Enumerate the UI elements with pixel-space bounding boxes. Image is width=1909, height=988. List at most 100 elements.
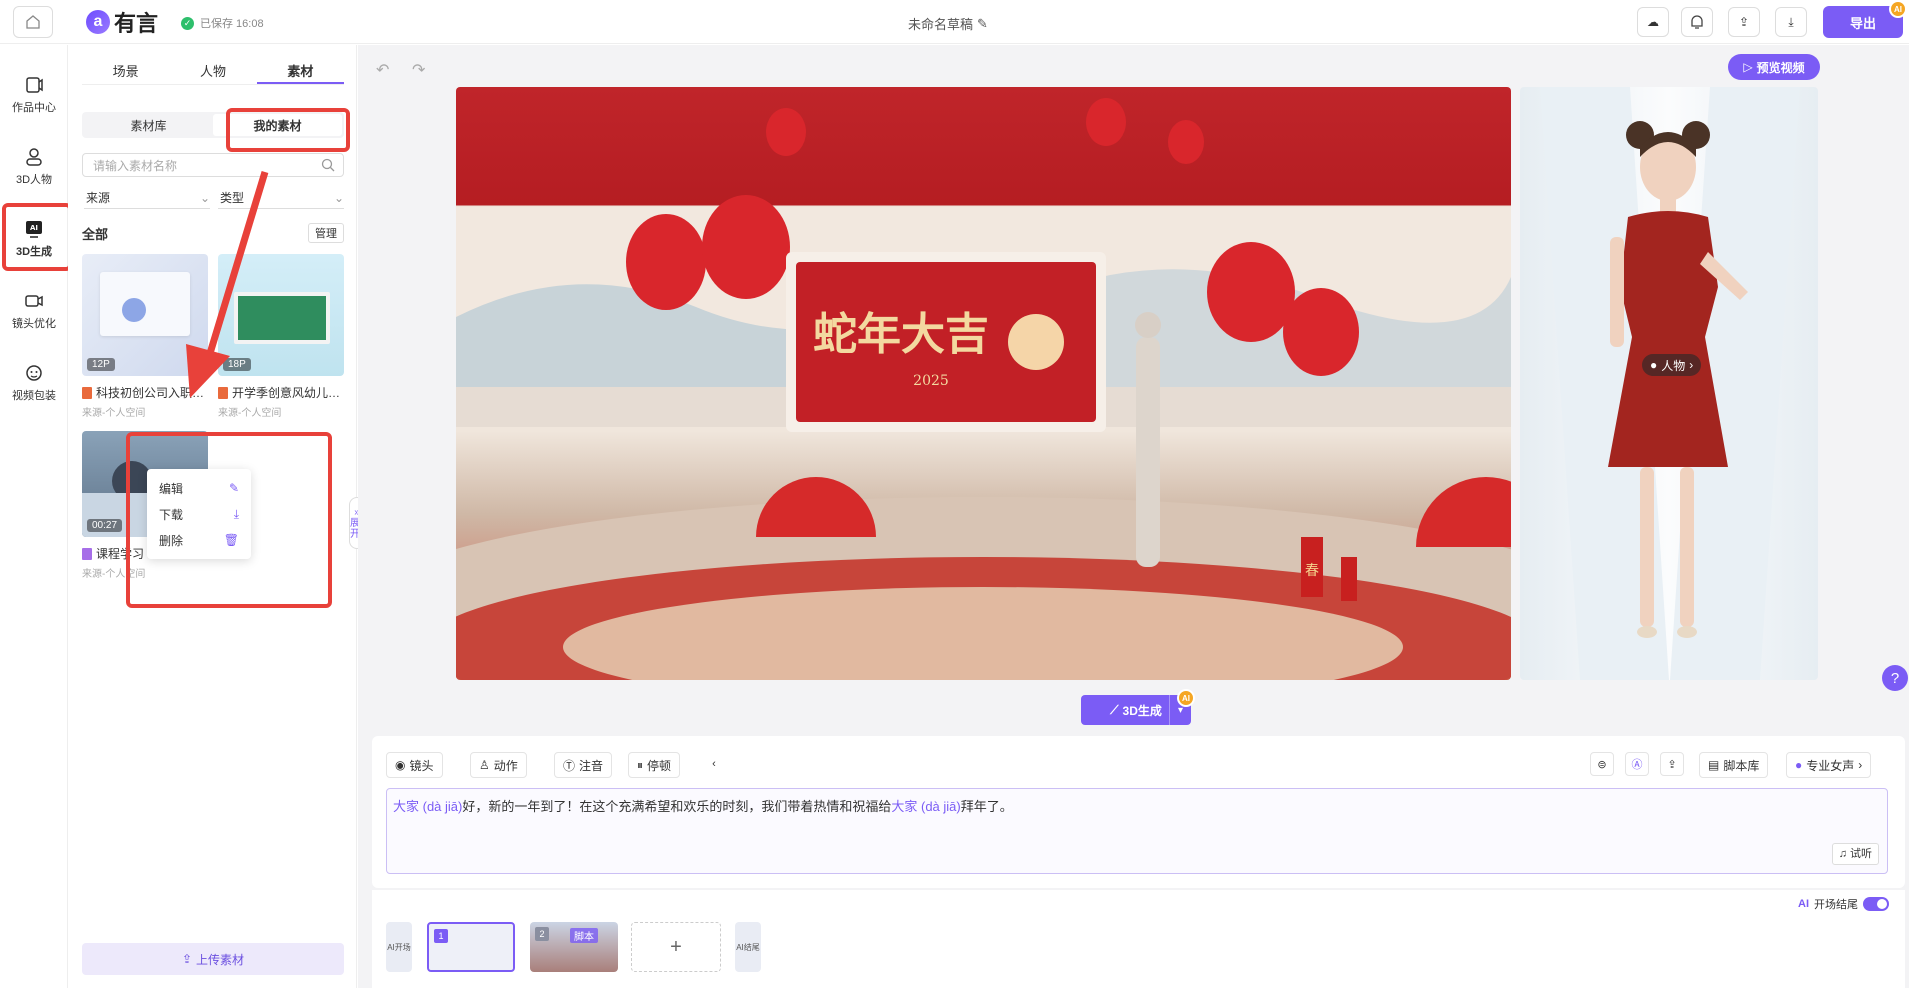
top-bar: a 有言 ✓ 已保存 16:08 未命名草稿 ✎ ☁ ⇪ ⤓ 导出 AI xyxy=(0,0,1909,44)
type-filter-select[interactable]: 类型 ⌄ xyxy=(218,187,344,209)
bell-icon xyxy=(1691,15,1703,29)
open-end-toggle[interactable] xyxy=(1863,897,1889,911)
nav-works-center[interactable]: 作品中心 xyxy=(0,65,68,125)
menu-label: 下载 xyxy=(159,507,184,522)
collapse-tools-button[interactable]: ‹ xyxy=(702,752,726,776)
share-button[interactable]: ⇪ xyxy=(1728,7,1760,37)
generate-label: 3D生成 xyxy=(1122,703,1162,718)
script-library-button[interactable]: ▤ 脚本库 xyxy=(1699,752,1769,778)
source-filter-value: 来源 xyxy=(86,191,111,205)
type-filter-value: 类型 xyxy=(220,191,245,205)
menu-label: 编辑 xyxy=(159,481,184,496)
tool-action[interactable]: ♙ 动作 xyxy=(470,752,527,778)
upload-script-button[interactable]: ⇪ xyxy=(1660,752,1684,776)
tool-label: 注音 xyxy=(579,758,604,773)
context-menu: 编辑 ✎ 下载 ⤓ 删除 🗑 xyxy=(147,469,251,559)
pinyin-icon: Ⓣ xyxy=(563,758,576,773)
timeline-clip[interactable]: 1 xyxy=(427,922,515,972)
3d-generate-button[interactable]: ⟋ 3D生成 ▾ AI xyxy=(1081,689,1195,725)
notification-button[interactable] xyxy=(1681,7,1713,37)
tool-camera[interactable]: ◉ 镜头 xyxy=(386,752,443,778)
script-text-area[interactable]: 大家 (dà jiā)好，新的一年到了！在这个充满希望和欢乐的时刻，我们带着热情… xyxy=(386,788,1888,874)
ai-ending-slot[interactable]: AI结尾 xyxy=(735,922,761,972)
person-tag[interactable]: ● 人物 › xyxy=(1642,354,1702,376)
scene-preview[interactable]: 蛇年大吉 2025 春 xyxy=(456,87,1511,680)
tool-label: 停顿 xyxy=(647,758,672,773)
search-icon[interactable] xyxy=(321,158,335,172)
upload-label: 上传素材 xyxy=(196,952,245,967)
tool-annotation[interactable]: Ⓣ 注音 xyxy=(554,752,613,778)
ai-assist-button[interactable]: Ⓐ xyxy=(1625,752,1649,776)
page-count-badge: 12P xyxy=(87,358,115,371)
nav-label: 镜头优化 xyxy=(12,318,56,330)
undo-button[interactable]: ↶ xyxy=(376,60,389,80)
logo-mark: a xyxy=(86,10,110,34)
scene-year-text: 2025 xyxy=(913,373,949,389)
tool-label: 镜头 xyxy=(409,758,434,773)
material-card[interactable]: 18P 开学季创意风幼儿… 来源-个人空间 xyxy=(218,254,344,419)
add-clip-button[interactable]: + xyxy=(631,922,721,972)
segment-material-library[interactable]: 素材库 xyxy=(84,114,213,136)
duration-badge: 00:27 xyxy=(87,519,123,532)
redo-button[interactable]: ↷ xyxy=(412,60,425,80)
cloud-upload-button[interactable]: ☁ xyxy=(1637,7,1669,37)
material-thumbnail: 18P xyxy=(218,254,344,376)
preview-video-button[interactable]: ▷ 预览视频 xyxy=(1728,54,1820,80)
nav-camera-optimize[interactable]: 镜头优化 xyxy=(0,281,68,341)
nav-video-package[interactable]: 视频包装 xyxy=(0,353,68,413)
edit-pencil-icon[interactable]: ✎ xyxy=(977,16,988,32)
material-search-input[interactable]: 请输入素材名称 xyxy=(82,153,344,177)
home-button[interactable] xyxy=(13,6,53,38)
nav-3d-person[interactable]: 3D人物 xyxy=(0,137,68,197)
app-name: 有言 xyxy=(114,11,159,36)
voice-select[interactable]: ● 专业女声 › xyxy=(1786,752,1872,778)
left-nav: 作品中心 3D人物 AI 3D生成 镜头优化 视频包装 xyxy=(0,45,68,988)
timeline-clip[interactable]: 2 脚本 xyxy=(530,922,618,972)
trial-label: 试听 xyxy=(1850,848,1872,860)
material-card[interactable]: 12P 科技初创公司入职… 来源-个人空间 xyxy=(82,254,208,419)
help-button[interactable]: ? xyxy=(1882,665,1908,691)
cloud-upload-icon: ☁ xyxy=(1647,15,1659,29)
material-thumbnail: 12P xyxy=(82,254,208,376)
chevron-down-icon: ⌄ xyxy=(199,190,210,205)
material-name: 科技初创公司入职… xyxy=(96,386,205,400)
share-icon: ⇪ xyxy=(1738,15,1750,29)
ai-badge: AI xyxy=(1177,689,1195,707)
avatar-preview[interactable] xyxy=(1520,87,1818,680)
tool-pause[interactable]: ⏸ 停顿 xyxy=(628,752,681,778)
document-title[interactable]: 未命名草稿 ✎ xyxy=(908,14,988,33)
works-icon xyxy=(26,77,43,93)
person-tag-label: 人物 xyxy=(1661,358,1686,373)
segment-my-material[interactable]: 我的素材 xyxy=(213,114,342,136)
ai-opening-slot[interactable]: AI开场 xyxy=(386,922,412,972)
menu-item-edit[interactable]: 编辑 ✎ xyxy=(147,475,251,501)
script-text: 好，新的一年到了！在这个充满希望和欢乐的时刻，我们带着热情和祝福给 xyxy=(462,799,892,814)
upload-material-button[interactable]: ⇪ 上传素材 xyxy=(82,943,344,975)
person-icon xyxy=(26,148,42,166)
trial-listen-button[interactable]: ♫ 试听 xyxy=(1831,843,1879,865)
subtitle-button[interactable]: ⊜ xyxy=(1590,752,1614,776)
download-icon: ⤓ xyxy=(233,506,239,521)
nav-label: 视频包装 xyxy=(12,390,56,402)
clip-number: 2 xyxy=(535,927,549,941)
save-file-button[interactable]: ⤓ xyxy=(1775,7,1807,37)
menu-item-delete[interactable]: 删除 🗑 xyxy=(147,527,251,553)
menu-item-download[interactable]: 下载 ⤓ xyxy=(147,501,251,527)
source-filter-select[interactable]: 来源 ⌄ xyxy=(84,187,210,209)
dot-icon: ● xyxy=(1650,358,1658,372)
nav-3d-generate[interactable]: AI 3D生成 xyxy=(0,209,68,269)
page-count-badge: 18P xyxy=(223,358,251,371)
manage-button[interactable]: 管理 xyxy=(308,223,344,243)
trend-icon: ⟋ xyxy=(1110,702,1119,717)
material-source: 来源-个人空间 xyxy=(82,408,146,419)
ai-icon: Ⓐ xyxy=(1631,759,1643,771)
tab-person[interactable]: 人物 xyxy=(169,61,256,84)
scene-banner-text: 蛇年大吉 xyxy=(813,309,989,360)
tab-scene[interactable]: 场景 xyxy=(82,61,169,84)
pinyin-annotated-word[interactable]: 大家 (dà jiā) xyxy=(891,799,960,814)
pinyin-annotated-word[interactable]: 大家 (dà jiā) xyxy=(393,799,462,814)
export-button[interactable]: 导出 AI xyxy=(1823,0,1907,38)
pencil-icon: ✎ xyxy=(228,481,239,495)
tab-material[interactable]: 素材 xyxy=(256,61,344,84)
headphone-icon: ♫ xyxy=(1838,848,1847,860)
